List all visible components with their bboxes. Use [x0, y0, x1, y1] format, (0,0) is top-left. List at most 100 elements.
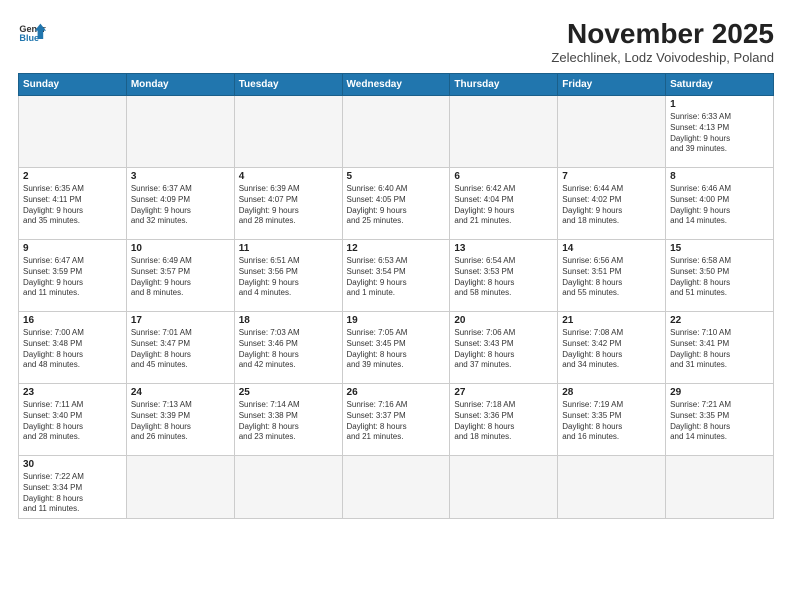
- day-info: Sunrise: 6:46 AM Sunset: 4:00 PM Dayligh…: [670, 184, 769, 227]
- day-number: 28: [562, 387, 661, 398]
- day-info: Sunrise: 7:03 AM Sunset: 3:46 PM Dayligh…: [239, 328, 338, 371]
- calendar-cell: 26 Sunrise: 7:16 AM Sunset: 3:37 PM Dayli…: [342, 384, 450, 456]
- day-number: 29: [670, 387, 769, 398]
- day-number: 4: [239, 171, 338, 182]
- month-title: November 2025: [551, 18, 774, 50]
- day-number: 26: [347, 387, 446, 398]
- day-number: 9: [23, 243, 122, 254]
- calendar-cell: 12Sunrise: 6:53 AM Sunset: 3:54 PM Dayli…: [342, 240, 450, 312]
- calendar-cell: 29 Sunrise: 7:21 AM Sunset: 3:35 PM Dayli…: [666, 384, 774, 456]
- day-info: Sunrise: 7:00 AM Sunset: 3:48 PM Dayligh…: [23, 328, 122, 371]
- day-info: Sunrise: 7:10 AM Sunset: 3:41 PM Dayligh…: [670, 328, 769, 371]
- calendar-cell: 19 Sunrise: 7:05 AM Sunset: 3:45 PM Dayli…: [342, 312, 450, 384]
- day-info: Sunrise: 6:40 AM Sunset: 4:05 PM Dayligh…: [347, 184, 446, 227]
- calendar-cell: 23 Sunrise: 7:11 AM Sunset: 3:40 PM Dayli…: [19, 384, 127, 456]
- title-block: November 2025 Zelechlinek, Lodz Voivodes…: [551, 18, 774, 65]
- logo-icon: General Blue: [18, 18, 46, 46]
- day-info: Sunrise: 7:13 AM Sunset: 3:39 PM Dayligh…: [131, 400, 230, 443]
- day-info: Sunrise: 7:16 AM Sunset: 3:37 PM Dayligh…: [347, 400, 446, 443]
- day-info: Sunrise: 6:53 AM Sunset: 3:54 PM Dayligh…: [347, 256, 446, 299]
- day-number: 10: [131, 243, 230, 254]
- calendar-cell: [126, 96, 234, 168]
- day-number: 11: [239, 243, 338, 254]
- day-info: Sunrise: 7:18 AM Sunset: 3:36 PM Dayligh…: [454, 400, 553, 443]
- day-number: 14: [562, 243, 661, 254]
- calendar-cell: 24 Sunrise: 7:13 AM Sunset: 3:39 PM Dayli…: [126, 384, 234, 456]
- calendar-cell: 11 Sunrise: 6:51 AM Sunset: 3:56 PM Dayli…: [234, 240, 342, 312]
- day-info: Sunrise: 7:11 AM Sunset: 3:40 PM Dayligh…: [23, 400, 122, 443]
- calendar-cell: 22 Sunrise: 7:10 AM Sunset: 3:41 PM Dayli…: [666, 312, 774, 384]
- day-info: Sunrise: 6:51 AM Sunset: 3:56 PM Dayligh…: [239, 256, 338, 299]
- day-number: 24: [131, 387, 230, 398]
- calendar-cell: [234, 96, 342, 168]
- week-row: 16Sunrise: 7:00 AM Sunset: 3:48 PM Dayli…: [19, 312, 774, 384]
- calendar-cell: 2 Sunrise: 6:35 AM Sunset: 4:11 PM Daylig…: [19, 168, 127, 240]
- day-info: Sunrise: 7:01 AM Sunset: 3:47 PM Dayligh…: [131, 328, 230, 371]
- day-number: 30: [23, 459, 122, 470]
- logo: General Blue: [18, 18, 46, 46]
- day-info: Sunrise: 7:22 AM Sunset: 3:34 PM Dayligh…: [23, 472, 122, 515]
- weekday-saturday: Saturday: [666, 74, 774, 96]
- calendar-cell: [234, 456, 342, 519]
- day-number: 1: [670, 99, 769, 110]
- week-row: 23 Sunrise: 7:11 AM Sunset: 3:40 PM Dayli…: [19, 384, 774, 456]
- calendar-body: 1 Sunrise: 6:33 AM Sunset: 4:13 PM Daylig…: [19, 96, 774, 519]
- day-number: 17: [131, 315, 230, 326]
- weekday-tuesday: Tuesday: [234, 74, 342, 96]
- calendar-cell: 16Sunrise: 7:00 AM Sunset: 3:48 PM Dayli…: [19, 312, 127, 384]
- week-row: 1 Sunrise: 6:33 AM Sunset: 4:13 PM Daylig…: [19, 96, 774, 168]
- day-number: 27: [454, 387, 553, 398]
- weekday-wednesday: Wednesday: [342, 74, 450, 96]
- calendar: SundayMondayTuesdayWednesdayThursdayFrid…: [18, 73, 774, 519]
- day-number: 25: [239, 387, 338, 398]
- day-info: Sunrise: 6:44 AM Sunset: 4:02 PM Dayligh…: [562, 184, 661, 227]
- day-info: Sunrise: 6:42 AM Sunset: 4:04 PM Dayligh…: [454, 184, 553, 227]
- day-info: Sunrise: 6:33 AM Sunset: 4:13 PM Dayligh…: [670, 112, 769, 155]
- calendar-cell: 10 Sunrise: 6:49 AM Sunset: 3:57 PM Dayli…: [126, 240, 234, 312]
- day-number: 23: [23, 387, 122, 398]
- calendar-cell: 8Sunrise: 6:46 AM Sunset: 4:00 PM Daylig…: [666, 168, 774, 240]
- calendar-cell: 13 Sunrise: 6:54 AM Sunset: 3:53 PM Dayli…: [450, 240, 558, 312]
- calendar-cell: 5Sunrise: 6:40 AM Sunset: 4:05 PM Daylig…: [342, 168, 450, 240]
- calendar-cell: 7Sunrise: 6:44 AM Sunset: 4:02 PM Daylig…: [558, 168, 666, 240]
- page: General Blue November 2025 Zelechlinek, …: [0, 0, 792, 612]
- calendar-cell: 21Sunrise: 7:08 AM Sunset: 3:42 PM Dayli…: [558, 312, 666, 384]
- day-info: Sunrise: 6:35 AM Sunset: 4:11 PM Dayligh…: [23, 184, 122, 227]
- calendar-cell: 6Sunrise: 6:42 AM Sunset: 4:04 PM Daylig…: [450, 168, 558, 240]
- calendar-cell: 18Sunrise: 7:03 AM Sunset: 3:46 PM Dayli…: [234, 312, 342, 384]
- calendar-cell: 25 Sunrise: 7:14 AM Sunset: 3:38 PM Dayli…: [234, 384, 342, 456]
- header: General Blue November 2025 Zelechlinek, …: [18, 18, 774, 65]
- day-number: 19: [347, 315, 446, 326]
- day-number: 13: [454, 243, 553, 254]
- day-info: Sunrise: 6:58 AM Sunset: 3:50 PM Dayligh…: [670, 256, 769, 299]
- calendar-cell: 1 Sunrise: 6:33 AM Sunset: 4:13 PM Daylig…: [666, 96, 774, 168]
- day-number: 15: [670, 243, 769, 254]
- day-info: Sunrise: 7:14 AM Sunset: 3:38 PM Dayligh…: [239, 400, 338, 443]
- day-info: Sunrise: 7:19 AM Sunset: 3:35 PM Dayligh…: [562, 400, 661, 443]
- calendar-cell: 15 Sunrise: 6:58 AM Sunset: 3:50 PM Dayli…: [666, 240, 774, 312]
- calendar-cell: 4 Sunrise: 6:39 AM Sunset: 4:07 PM Daylig…: [234, 168, 342, 240]
- calendar-cell: [126, 456, 234, 519]
- calendar-cell: [342, 456, 450, 519]
- calendar-cell: [450, 96, 558, 168]
- calendar-cell: [666, 456, 774, 519]
- subtitle: Zelechlinek, Lodz Voivodeship, Poland: [551, 50, 774, 65]
- day-info: Sunrise: 7:05 AM Sunset: 3:45 PM Dayligh…: [347, 328, 446, 371]
- day-info: Sunrise: 6:54 AM Sunset: 3:53 PM Dayligh…: [454, 256, 553, 299]
- calendar-cell: 30 Sunrise: 7:22 AM Sunset: 3:34 PM Dayli…: [19, 456, 127, 519]
- svg-text:Blue: Blue: [19, 33, 39, 43]
- day-info: Sunrise: 6:39 AM Sunset: 4:07 PM Dayligh…: [239, 184, 338, 227]
- day-info: Sunrise: 7:06 AM Sunset: 3:43 PM Dayligh…: [454, 328, 553, 371]
- day-info: Sunrise: 6:47 AM Sunset: 3:59 PM Dayligh…: [23, 256, 122, 299]
- day-info: Sunrise: 6:37 AM Sunset: 4:09 PM Dayligh…: [131, 184, 230, 227]
- day-info: Sunrise: 7:21 AM Sunset: 3:35 PM Dayligh…: [670, 400, 769, 443]
- calendar-cell: [558, 456, 666, 519]
- day-number: 22: [670, 315, 769, 326]
- calendar-cell: 3Sunrise: 6:37 AM Sunset: 4:09 PM Daylig…: [126, 168, 234, 240]
- day-number: 21: [562, 315, 661, 326]
- day-info: Sunrise: 6:49 AM Sunset: 3:57 PM Dayligh…: [131, 256, 230, 299]
- day-number: 2: [23, 171, 122, 182]
- calendar-cell: 20Sunrise: 7:06 AM Sunset: 3:43 PM Dayli…: [450, 312, 558, 384]
- calendar-cell: 14Sunrise: 6:56 AM Sunset: 3:51 PM Dayli…: [558, 240, 666, 312]
- week-row: 2 Sunrise: 6:35 AM Sunset: 4:11 PM Daylig…: [19, 168, 774, 240]
